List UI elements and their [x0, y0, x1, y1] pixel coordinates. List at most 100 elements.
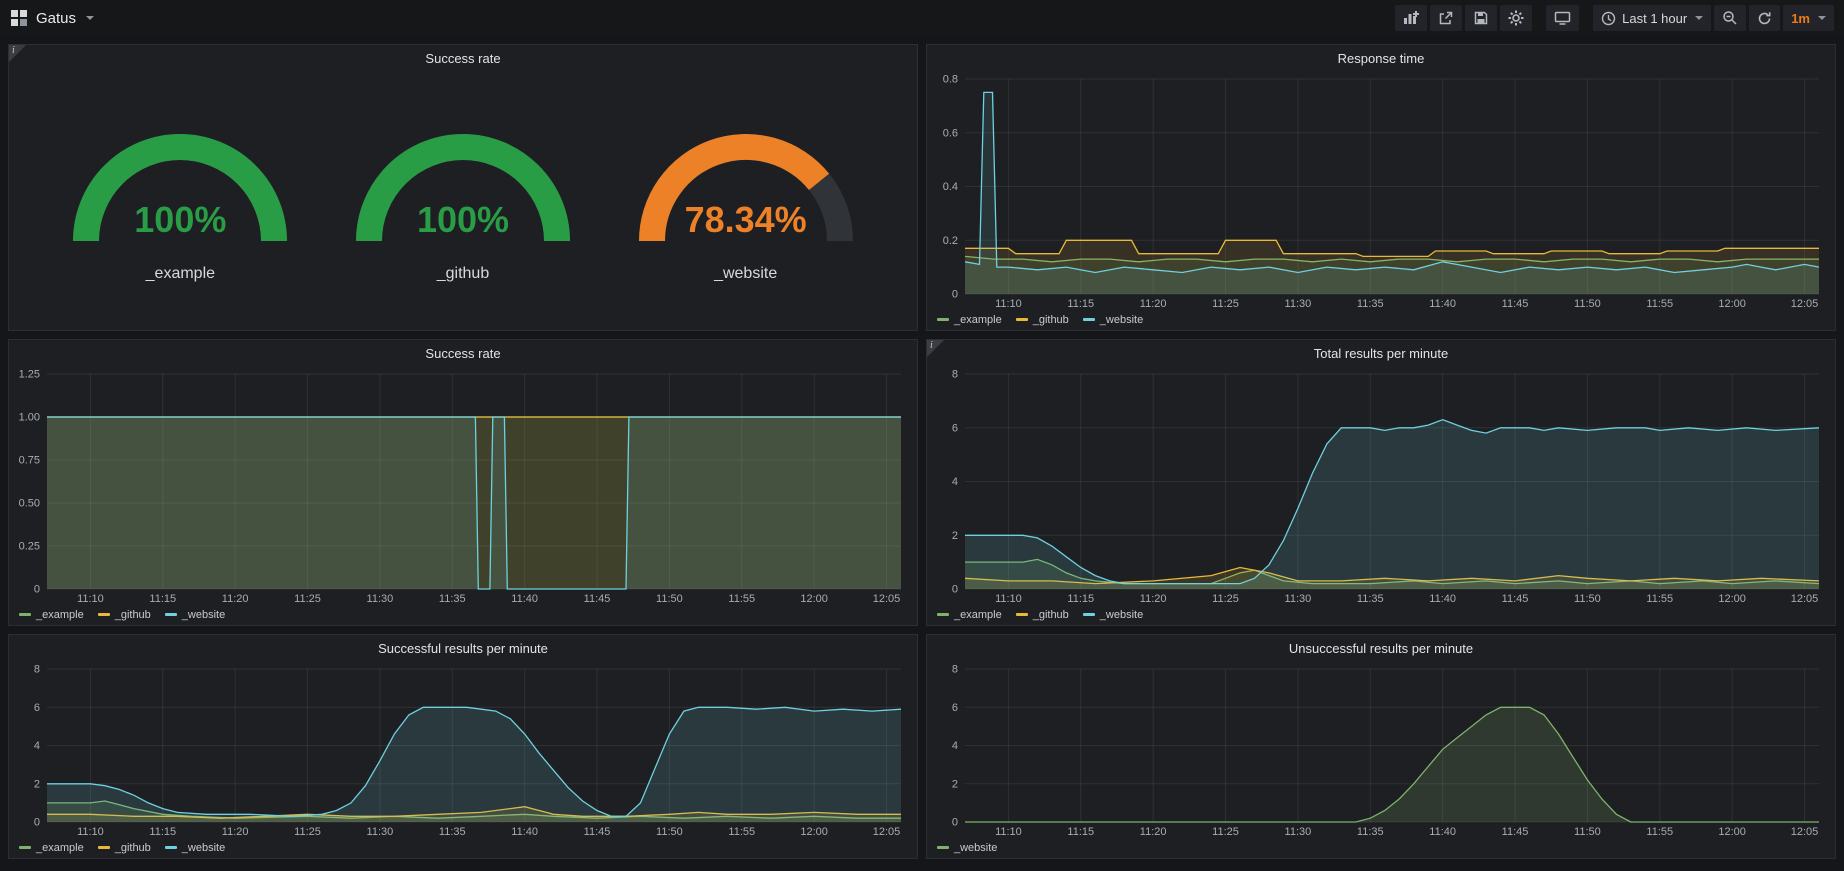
total-results-chart[interactable]: 11:1011:1511:2011:2511:3011:3511:4011:45… — [927, 364, 1835, 607]
legend-item-_github[interactable]: _github — [98, 842, 151, 854]
legend-series-label: _github — [115, 842, 151, 854]
panel-successful-results: Successful results per minute 11:10 11:15… — [8, 634, 918, 859]
legend-series-swatch — [937, 613, 949, 616]
response-time-chart[interactable]: 11:1011:1511:2011:2511:3011:3511:4011:45… — [927, 69, 1835, 312]
y-axis-tick-label: 0 — [34, 584, 40, 596]
x-axis-tick-label: 11:15 — [1067, 298, 1094, 310]
legend-item-_github[interactable]: _github — [1016, 609, 1069, 621]
dashboard-grid: i Success rate 100%_example100%_github78… — [0, 36, 1844, 867]
panel-title[interactable]: Success rate — [9, 45, 917, 69]
x-axis-tick-label: 11:50 — [1574, 593, 1601, 605]
y-axis-tick-label: 6 — [952, 422, 958, 434]
y-axis-tick-label: 0 — [952, 817, 958, 829]
y-axis-tick-label: 2 — [952, 530, 958, 542]
x-axis-tick-label: 11:15 — [149, 826, 176, 838]
panel-title[interactable]: Response time — [927, 45, 1835, 69]
x-axis-tick-label: 11:30 — [1285, 298, 1312, 310]
chevron-down-icon[interactable] — [86, 16, 94, 20]
dashboard-title[interactable]: Gatus — [36, 10, 76, 27]
cycle-view-button[interactable] — [1546, 5, 1579, 31]
refresh-interval-dropdown[interactable]: 1m — [1783, 5, 1834, 31]
panel-total-results: i Total results per minute 11:10 11:15 11:… — [926, 339, 1836, 626]
legend-item-_example[interactable]: _example — [937, 609, 1002, 621]
panel-info-corner[interactable]: i — [9, 45, 26, 62]
x-axis-tick-label: 11:45 — [1502, 593, 1529, 605]
x-axis-tick-label: 12:00 — [800, 826, 828, 838]
x-axis-tick-label: 11:55 — [1646, 826, 1673, 838]
x-axis-tick-label: 11:10 — [77, 826, 104, 838]
x-axis-tick-label: 11:20 — [222, 593, 249, 605]
series-area-_website — [47, 417, 901, 589]
y-axis-tick-label: 8 — [952, 664, 958, 676]
share-button[interactable] — [1430, 5, 1462, 31]
legend-item-_example[interactable]: _example — [19, 609, 84, 621]
legend-item-_website[interactable]: _website — [1083, 609, 1143, 621]
zoom-out-button[interactable] — [1714, 5, 1746, 31]
gauge-series-label: _github — [343, 265, 583, 283]
legend-series-swatch — [1016, 318, 1028, 321]
successful-results-chart[interactable]: 11:1011:1511:2011:2511:3011:3511:4011:45… — [9, 659, 917, 840]
legend-item-_website[interactable]: _website — [165, 609, 225, 621]
legend-item-_example[interactable]: _example — [19, 842, 84, 854]
unsuccessful-results-chart[interactable]: 11:1011:1511:2011:2511:3011:3511:4011:45… — [927, 659, 1835, 840]
x-axis-tick-label: 11:30 — [1285, 826, 1312, 838]
settings-button[interactable] — [1500, 5, 1532, 31]
legend-series-label: _github — [1033, 314, 1069, 326]
x-axis-tick-label: 11:15 — [1067, 593, 1094, 605]
x-axis-tick-label: 12:00 — [800, 593, 828, 605]
panel-title[interactable]: Total results per minute — [927, 340, 1835, 364]
y-axis-tick-label: 0.75 — [19, 455, 40, 467]
x-axis-tick-label: 12:00 — [1718, 826, 1746, 838]
x-axis-tick-label: 11:40 — [1429, 593, 1456, 605]
x-axis-tick-label: 11:35 — [439, 593, 466, 605]
legend-series-label: _example — [36, 842, 84, 854]
legend-item-_website[interactable]: _website — [937, 842, 997, 854]
panel-title[interactable]: Success rate — [9, 340, 917, 364]
legend-item-_github[interactable]: _github — [1016, 314, 1069, 326]
y-axis-tick-label: 0.8 — [943, 74, 958, 86]
x-axis-tick-label: 11:45 — [1502, 298, 1529, 310]
x-axis-tick-label: 12:05 — [873, 826, 901, 838]
panel-body: 11:1011:1511:2011:2511:3011:3511:4011:45… — [9, 659, 917, 840]
legend-series-label: _website — [954, 842, 997, 854]
legend-item-_website[interactable]: _website — [1083, 314, 1143, 326]
grafana-grid-icon[interactable] — [10, 9, 28, 27]
add-panel-button[interactable] — [1395, 5, 1427, 31]
x-axis-tick-label: 11:15 — [1067, 826, 1094, 838]
save-button[interactable] — [1465, 5, 1497, 31]
success-rate-chart[interactable]: 11:1011:1511:2011:2511:3011:3511:4011:45… — [9, 364, 917, 607]
y-axis-tick-label: 8 — [34, 664, 40, 676]
panel-title[interactable]: Successful results per minute — [9, 635, 917, 659]
x-axis-tick-label: 12:00 — [1718, 593, 1746, 605]
legend-item-_example[interactable]: _example — [937, 314, 1002, 326]
navbar-right: Last 1 hour 1m — [1392, 5, 1834, 31]
x-axis-tick-label: 11:25 — [294, 826, 321, 838]
y-axis-tick-label: 8 — [952, 369, 958, 381]
legend-item-_github[interactable]: _github — [98, 609, 151, 621]
x-axis-tick-label: 11:20 — [1140, 298, 1167, 310]
legend-series-swatch — [937, 318, 949, 321]
x-axis-tick-label: 11:10 — [995, 593, 1022, 605]
x-axis-tick-label: 11:55 — [728, 593, 755, 605]
monitor-icon — [1554, 10, 1571, 26]
panel-info-corner[interactable]: i — [927, 340, 944, 357]
legend-series-label: _website — [1100, 314, 1143, 326]
x-axis-tick-label: 11:55 — [1646, 298, 1673, 310]
gauge-_website: 78.34%_website — [626, 97, 866, 302]
panel-unsuccessful-results: Unsuccessful results per minute 11:1011:… — [926, 634, 1836, 859]
x-axis-tick-label: 11:40 — [511, 593, 538, 605]
navbar-left: Gatus — [10, 9, 94, 27]
y-axis-tick-label: 4 — [34, 740, 40, 752]
refresh-button[interactable] — [1749, 5, 1780, 31]
x-axis-tick-label: 11:25 — [1212, 593, 1239, 605]
x-axis-tick-label: 11:25 — [294, 593, 321, 605]
x-axis-tick-label: 11:10 — [995, 298, 1022, 310]
x-axis-tick-label: 11:55 — [728, 826, 755, 838]
legend: _example _github _website — [927, 312, 1835, 330]
panel-title[interactable]: Unsuccessful results per minute — [927, 635, 1835, 659]
chevron-down-icon — [1818, 16, 1826, 20]
x-axis-tick-label: 11:40 — [511, 826, 538, 838]
series-line-_website — [965, 707, 1819, 822]
time-range-button[interactable]: Last 1 hour — [1593, 5, 1711, 31]
legend-item-_website[interactable]: _website — [165, 842, 225, 854]
